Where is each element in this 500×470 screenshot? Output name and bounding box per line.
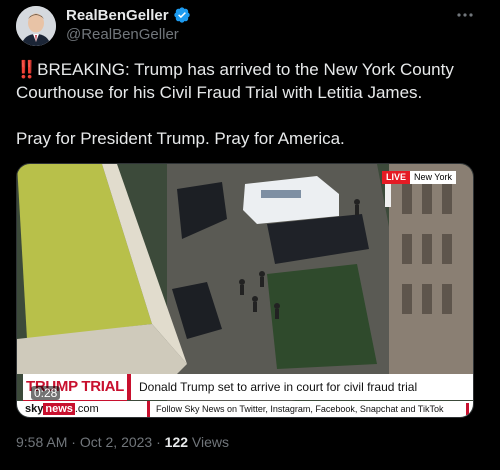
verified-badge-icon[interactable] (173, 6, 191, 24)
more-horizontal-icon[interactable] (456, 6, 474, 27)
avatar-image (16, 6, 56, 46)
tweet-text: ‼️ BREAKING: Trump has arrived to the New… (16, 58, 476, 150)
views-count: 122 (164, 434, 189, 450)
lower-third-ticker: Follow Sky News on Twitter, Instagram, F… (147, 401, 443, 417)
sky-news-logo: sky news .com (25, 403, 99, 415)
avatar[interactable] (16, 6, 56, 46)
views-label: Views (191, 434, 230, 450)
video-player[interactable]: LIVE New York TRUMP TRIAL Donald Trump s… (16, 163, 474, 418)
post-date[interactable]: Oct 2, 2023 (80, 434, 152, 450)
ticker-end-marker (466, 403, 469, 415)
author-display-name[interactable]: RealBenGeller (66, 7, 169, 24)
live-location: New York (409, 171, 456, 184)
double-exclamation-icon: ‼️ (16, 60, 37, 79)
author-name-row: RealBenGeller (66, 6, 191, 24)
sky-logo-news: news (43, 403, 75, 415)
author-handle[interactable]: @RealBenGeller (66, 26, 179, 43)
tweet-line-1: ‼️ BREAKING: Trump has arrived to the New… (16, 58, 476, 104)
lower-third-ticker-bar: sky news .com Follow Sky News on Twitter, … (17, 401, 473, 417)
meta-separator: · (71, 434, 76, 450)
tweet-line-2: Pray for President Trump. Pray for Ameri… (16, 129, 345, 148)
live-badge: LIVE New York (381, 171, 456, 184)
sky-logo-sky: sky (25, 403, 44, 415)
tweet-meta: 9:58 AM · Oct 2, 2023 · 122 Views (16, 434, 229, 450)
news-lower-third: TRUMP TRIAL Donald Trump set to arrive i… (17, 370, 473, 417)
tweet-line-1-text: BREAKING: Trump has arrived to the New Y… (16, 60, 454, 102)
live-label: LIVE (381, 171, 410, 184)
meta-separator: · (156, 434, 161, 450)
video-timestamp: 0:28 (31, 386, 61, 400)
tweet: RealBenGeller @RealBenGeller ‼️ BREAKING:… (0, 0, 500, 470)
lower-third-headline: Donald Trump set to arrive in court for … (127, 374, 473, 400)
sky-logo-com: .com (74, 403, 99, 415)
post-time[interactable]: 9:58 AM (16, 434, 67, 450)
